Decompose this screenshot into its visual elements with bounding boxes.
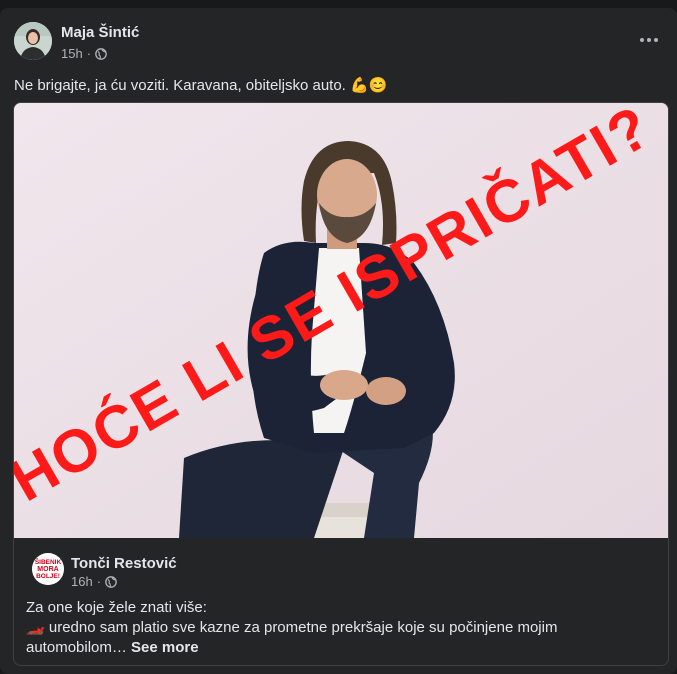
meta-separator: · bbox=[86, 46, 92, 61]
svg-text:MORA: MORA bbox=[37, 566, 58, 573]
feed-post: Maja Šintić 15h · Ne brigajte, ja ću voz… bbox=[0, 8, 677, 674]
more-options-icon[interactable] bbox=[635, 30, 663, 50]
shared-author-avatar[interactable]: ŠIBENIK MORA BOLJE! bbox=[32, 553, 64, 585]
post-text: Ne brigajte, ja ću voziti. Karavana, obi… bbox=[14, 77, 388, 94]
globe-icon bbox=[105, 575, 117, 588]
profile-photo bbox=[14, 22, 52, 60]
shared-post-meta: 16h · bbox=[71, 574, 117, 589]
svg-text:BOLJE!: BOLJE! bbox=[36, 573, 60, 580]
race-car-icon: 🏎️ bbox=[26, 619, 45, 636]
see-more-link[interactable]: See more bbox=[131, 639, 199, 656]
shared-author-name[interactable]: Tonči Restović bbox=[71, 555, 177, 572]
shared-text-line-3-content: automobilom… bbox=[26, 639, 132, 656]
shared-text-line-2: 🏎️ uredno sam platio sve kazne za promet… bbox=[26, 618, 656, 638]
shared-post-text: Za one koje žele znati više: 🏎️ uredno s… bbox=[26, 598, 656, 658]
globe-icon bbox=[95, 47, 107, 60]
shared-post[interactable]: HOĆE LI SE ISPRIČATI? ŠIBENIK MORA BOLJE… bbox=[13, 102, 669, 666]
author-avatar[interactable] bbox=[14, 22, 52, 60]
meta-separator: · bbox=[96, 574, 102, 589]
shared-text-line-1: Za one koje žele znati više: bbox=[26, 599, 207, 616]
photo-illustration: HOĆE LI SE ISPRIČATI? bbox=[14, 103, 668, 538]
shared-text-line-3: automobilom… See more bbox=[26, 638, 656, 658]
logo-icon: ŠIBENIK MORA BOLJE! bbox=[32, 553, 64, 585]
post-time[interactable]: 15h bbox=[61, 46, 83, 61]
shared-post-time[interactable]: 16h bbox=[71, 574, 93, 589]
svg-text:ŠIBENIK: ŠIBENIK bbox=[35, 557, 62, 566]
author-name[interactable]: Maja Šintić bbox=[61, 24, 139, 41]
shared-photo[interactable]: HOĆE LI SE ISPRIČATI? bbox=[14, 103, 668, 538]
post-meta: 15h · bbox=[61, 46, 107, 61]
shared-text-line-2-content: uredno sam platio sve kazne za prometne … bbox=[44, 619, 558, 636]
